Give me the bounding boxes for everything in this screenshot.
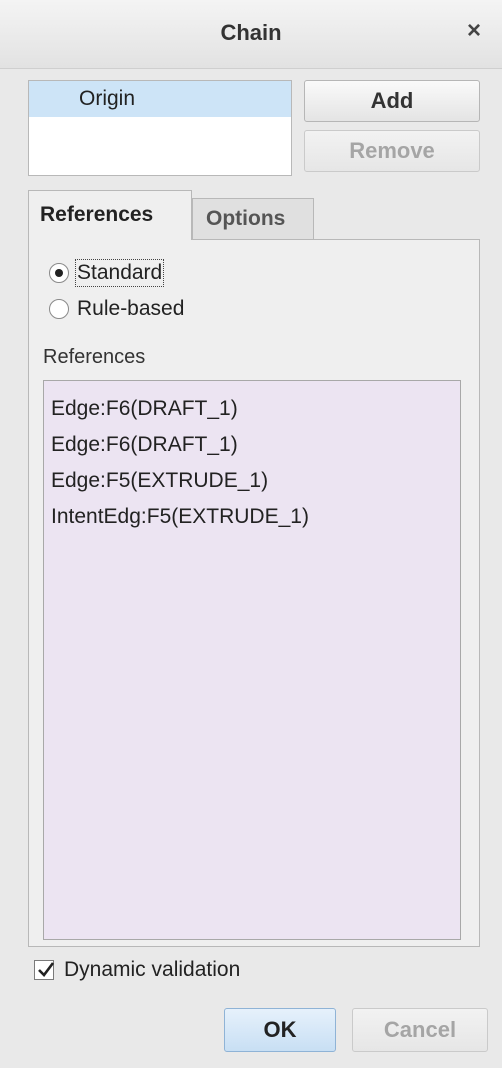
dynamic-validation-label[interactable]: Dynamic validation [64, 958, 240, 982]
list-item[interactable]: Edge:F5(EXTRUDE_1) [44, 463, 460, 499]
title-bar: Chain × [0, 0, 502, 69]
tab-options[interactable]: Options [192, 198, 314, 240]
cancel-button[interactable]: Cancel [352, 1008, 488, 1052]
list-item[interactable]: Edge:F6(DRAFT_1) [44, 391, 460, 427]
list-item[interactable]: IntentEdg:F5(EXTRUDE_1) [44, 499, 460, 535]
radio-rule-based-label[interactable]: Rule-based [77, 297, 184, 321]
references-heading: References [43, 346, 146, 368]
close-icon[interactable]: × [462, 18, 486, 44]
remove-button[interactable]: Remove [304, 130, 480, 172]
add-button[interactable]: Add [304, 80, 480, 122]
radio-standard-label[interactable]: Standard [74, 259, 165, 287]
radio-rule-based[interactable]: Rule-based [49, 294, 184, 324]
tab-references[interactable]: References [28, 190, 192, 240]
radio-standard[interactable]: Standard [49, 258, 165, 288]
references-list[interactable]: Edge:F6(DRAFT_1) Edge:F6(DRAFT_1) Edge:F… [43, 380, 461, 940]
list-item[interactable]: Edge:F6(DRAFT_1) [44, 427, 460, 463]
references-panel: Standard Rule-based References Edge:F6(D… [28, 239, 480, 947]
radio-rule-based-button[interactable] [49, 299, 69, 319]
radio-standard-button[interactable] [49, 263, 69, 283]
checkmark-icon [38, 962, 55, 977]
ok-button[interactable]: OK [224, 1008, 336, 1052]
checkbox-box[interactable] [34, 960, 55, 980]
dynamic-validation-checkbox[interactable]: Dynamic validation [34, 955, 240, 985]
radio-selected-dot [55, 269, 63, 277]
window-title: Chain [220, 20, 282, 45]
chain-list-item[interactable]: Origin [29, 81, 291, 117]
chain-list[interactable]: Origin [28, 80, 292, 176]
